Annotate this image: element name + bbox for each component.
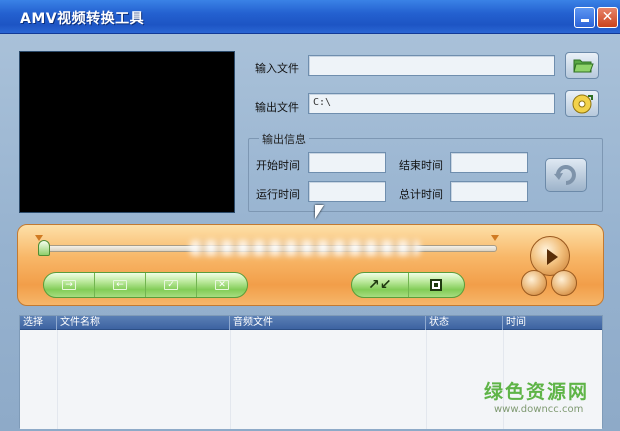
output-file-field[interactable]: C:\ bbox=[308, 93, 555, 114]
blurred-text bbox=[190, 240, 420, 256]
checkbox-x-icon: ✕ bbox=[215, 280, 229, 290]
column-filename[interactable]: 文件名称 bbox=[57, 316, 230, 330]
start-time-field[interactable] bbox=[308, 152, 386, 173]
end-time-label: 结束时间 bbox=[399, 159, 443, 172]
mouse-cursor-icon bbox=[315, 205, 324, 219]
video-preview bbox=[19, 51, 235, 213]
mark-in-button[interactable]: → bbox=[44, 273, 95, 297]
disc-icon bbox=[572, 94, 593, 114]
start-time-label: 开始时间 bbox=[256, 159, 300, 172]
browse-output-button[interactable] bbox=[565, 90, 599, 117]
uncheck-button[interactable]: ✕ bbox=[197, 273, 247, 297]
convert-buttons-group: ↗↙ bbox=[351, 272, 465, 298]
input-file-field[interactable] bbox=[308, 55, 555, 76]
table-header: 选择 文件名称 音频文件 状态 时间 bbox=[20, 316, 602, 330]
end-time-field[interactable] bbox=[450, 152, 528, 173]
column-select[interactable]: 选择 bbox=[20, 316, 57, 330]
volume-up-button[interactable] bbox=[551, 270, 577, 296]
run-time-field[interactable] bbox=[308, 181, 386, 202]
mark-out-button[interactable]: ← bbox=[95, 273, 146, 297]
seek-thumb[interactable] bbox=[38, 240, 50, 256]
title-bar[interactable]: AMV视频转换工具 ✕ bbox=[0, 0, 620, 34]
column-divider bbox=[230, 330, 231, 429]
column-divider bbox=[57, 330, 58, 429]
arrow-out-icon: ← bbox=[113, 280, 127, 290]
stop-icon bbox=[430, 279, 443, 291]
window-title: AMV视频转换工具 bbox=[20, 11, 145, 27]
input-file-label: 输入文件 bbox=[255, 62, 299, 75]
browse-input-button[interactable] bbox=[565, 52, 599, 79]
refresh-button[interactable] bbox=[545, 158, 587, 192]
output-file-label: 输出文件 bbox=[255, 101, 299, 114]
checkbox-check-icon: ✓ bbox=[164, 280, 178, 290]
volume-down-button[interactable] bbox=[521, 270, 547, 296]
total-time-label: 总计时间 bbox=[399, 188, 443, 201]
arrow-in-icon: → bbox=[62, 280, 76, 290]
minimize-icon bbox=[580, 19, 589, 22]
mark-out-indicator-icon bbox=[491, 235, 499, 241]
run-time-label: 运行时间 bbox=[256, 188, 300, 201]
total-time-field[interactable] bbox=[450, 181, 528, 202]
check-button[interactable]: ✓ bbox=[146, 273, 197, 297]
stop-button[interactable] bbox=[409, 273, 465, 297]
minimize-button[interactable] bbox=[574, 7, 595, 28]
refresh-icon bbox=[554, 165, 576, 185]
column-divider bbox=[426, 330, 427, 429]
folder-open-icon bbox=[573, 59, 594, 73]
watermark-url: www.downcc.com bbox=[494, 404, 584, 415]
column-audio-file[interactable]: 音频文件 bbox=[230, 316, 426, 330]
convert-arrows-icon: ↗↙ bbox=[368, 277, 392, 293]
column-time[interactable]: 时间 bbox=[503, 316, 602, 330]
close-button[interactable]: ✕ bbox=[597, 7, 618, 28]
output-info-title: 输出信息 bbox=[259, 131, 309, 147]
edit-buttons-group: → ← ✓ ✕ bbox=[43, 272, 248, 298]
convert-button[interactable]: ↗↙ bbox=[352, 273, 409, 297]
watermark-text: 绿色资源网 bbox=[484, 381, 590, 403]
column-status[interactable]: 状态 bbox=[426, 316, 503, 330]
